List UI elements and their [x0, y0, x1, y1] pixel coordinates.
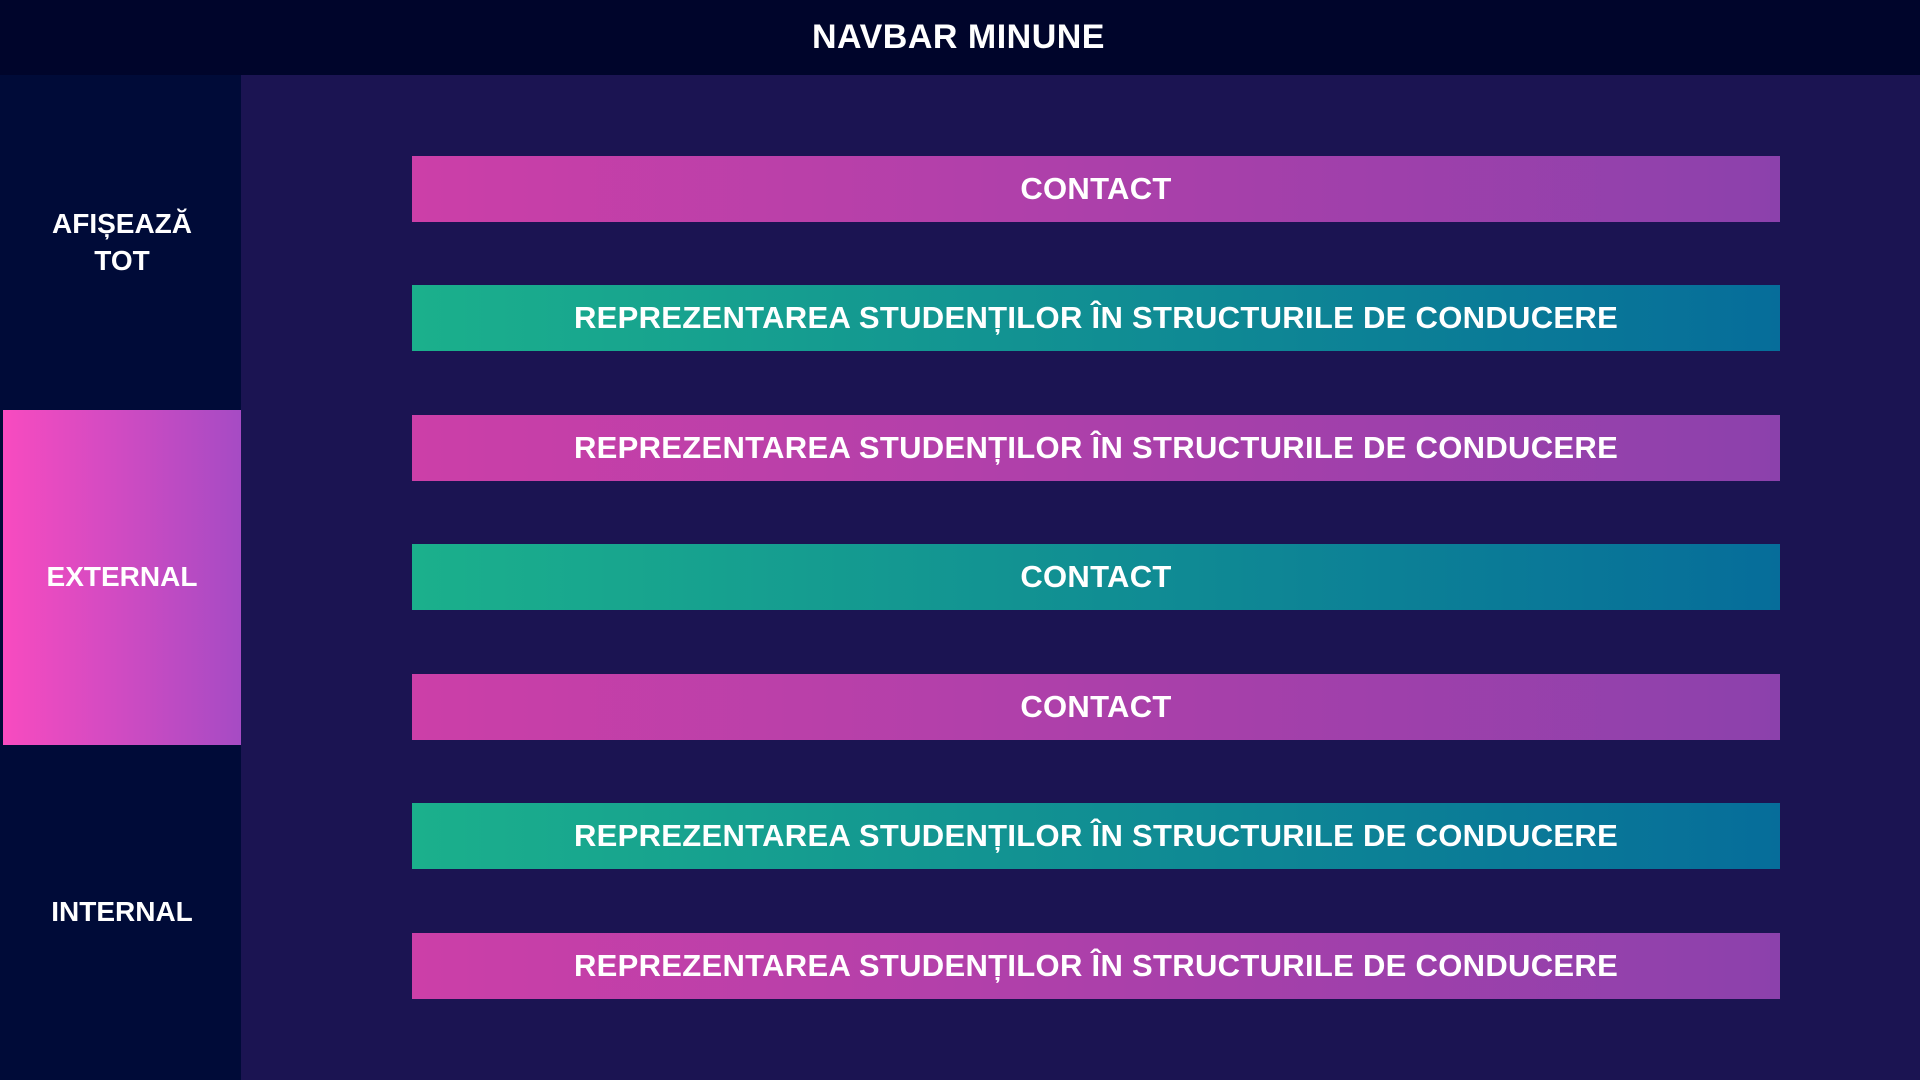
link-bar-label: CONTACT	[1020, 171, 1172, 206]
content-area: CONTACT REPREZENTAREA STUDENȚILOR ÎN STR…	[241, 75, 1920, 1080]
navbar-title: NAVBAR MINUNE	[812, 18, 1105, 56]
sidebar-item-internal[interactable]: INTERNAL	[3, 745, 241, 1080]
link-bar[interactable]: CONTACT	[412, 674, 1780, 740]
sidebar: AFIȘEAZĂ TOT EXTERNAL INTERNAL	[0, 75, 241, 1080]
link-bar-label: CONTACT	[1020, 559, 1172, 594]
link-bar[interactable]: CONTACT	[412, 156, 1780, 222]
navbar: NAVBAR MINUNE	[0, 0, 1920, 75]
link-bar-label: REPREZENTAREA STUDENȚILOR ÎN STRUCTURILE…	[573, 948, 1619, 983]
sidebar-item-label: EXTERNAL	[46, 561, 198, 593]
link-bar[interactable]: REPREZENTAREA STUDENȚILOR ÎN STRUCTURILE…	[412, 933, 1780, 999]
sidebar-item-show-all[interactable]: AFIȘEAZĂ TOT	[3, 75, 241, 410]
sidebar-item-label: INTERNAL	[51, 896, 193, 928]
link-bar[interactable]: CONTACT	[412, 544, 1780, 610]
link-bar[interactable]: REPREZENTAREA STUDENȚILOR ÎN STRUCTURILE…	[412, 285, 1780, 351]
link-bar[interactable]: REPREZENTAREA STUDENȚILOR ÎN STRUCTURILE…	[412, 803, 1780, 869]
sidebar-item-external[interactable]: EXTERNAL	[3, 410, 241, 745]
link-bar-label: REPREZENTAREA STUDENȚILOR ÎN STRUCTURILE…	[573, 300, 1619, 335]
sidebar-item-label: AFIȘEAZĂ TOT	[52, 208, 192, 276]
link-bar-label: REPREZENTAREA STUDENȚILOR ÎN STRUCTURILE…	[573, 818, 1619, 853]
link-bar[interactable]: REPREZENTAREA STUDENȚILOR ÎN STRUCTURILE…	[412, 415, 1780, 481]
link-bar-label: REPREZENTAREA STUDENȚILOR ÎN STRUCTURILE…	[573, 430, 1619, 465]
link-bar-label: CONTACT	[1020, 689, 1172, 724]
